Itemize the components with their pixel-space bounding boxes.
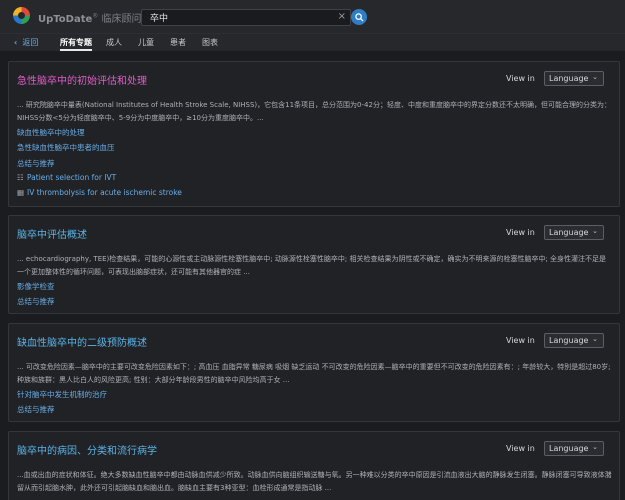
language-select[interactable]: Language ⌄ [544, 225, 604, 240]
chevron-left-icon: ‹ [14, 38, 18, 47]
result-card: 急性脑卒中的初始评估和处理 View in Language ⌄ ... 研究院脑… [8, 61, 620, 207]
tab-all-topics[interactable]: 所有专题 [60, 37, 92, 51]
uptodate-logo[interactable] [13, 7, 30, 24]
result-link[interactable]: 总结与推荐 [17, 404, 55, 415]
result-card: 脑卒中的病因、分类和流行病学 View in Language ⌄ ...血或出血… [8, 431, 620, 500]
search-box: × [141, 9, 351, 26]
result-link[interactable]: 急性缺血性脑卒中患者的血压 [17, 142, 115, 153]
view-in-label: View in [506, 336, 535, 345]
tab-patient[interactable]: 患者 [170, 37, 186, 48]
tab-adult[interactable]: 成人 [106, 37, 122, 48]
search-input[interactable] [150, 11, 335, 24]
result-link[interactable]: 针对脑卒中发生机制的治疗 [17, 389, 107, 400]
language-value: Language [549, 444, 589, 453]
result-card: 脑卒中评估概述 View in Language ⌄ ... echocardio… [8, 215, 620, 314]
back-button[interactable]: ‹ 返回 [14, 37, 38, 48]
brand-subtitle: 临床顾问 [101, 14, 142, 25]
language-value: Language [549, 228, 589, 237]
language-select[interactable]: Language ⌄ [544, 71, 604, 86]
search-button[interactable] [351, 9, 367, 25]
result-link-graphic[interactable]: ▦ IV thrombolysis for acute ischemic stro… [17, 188, 182, 197]
brand-registered-mark: ® [92, 12, 99, 20]
back-label: 返回 [22, 38, 39, 47]
language-select[interactable]: Language ⌄ [544, 441, 604, 456]
language-select[interactable]: Language ⌄ [544, 333, 604, 348]
chevron-down-icon: ⌄ [592, 335, 598, 343]
view-in-label: View in [506, 444, 535, 453]
result-title[interactable]: 脑卒中评估概述 [17, 226, 87, 241]
flowchart-icon: ☷ [17, 173, 24, 182]
clear-search-icon[interactable]: × [338, 11, 346, 22]
result-link[interactable]: 总结与推荐 [17, 296, 55, 307]
result-title[interactable]: 缺血性脑卒中的二级预防概述 [17, 334, 147, 349]
result-link[interactable]: 总结与推荐 [17, 158, 55, 169]
result-snippet: ... 研究院脑卒中量表(National Institutes of Heal… [17, 101, 611, 122]
language-value: Language [549, 336, 589, 345]
tab-graphics[interactable]: 图表 [202, 37, 218, 48]
app-header: UpToDate® 临床顾问 × [0, 0, 625, 33]
result-snippet: ...血或出血的症状和体征。绝大多数缺血性脑卒中都由动脉血供减少所致。动脉血供向… [17, 471, 612, 492]
link-label: Patient selection for IVT [27, 173, 117, 182]
result-link-graphic[interactable]: ☷ Patient selection for IVT [17, 173, 116, 182]
result-title[interactable]: 急性脑卒中的初始评估和处理 [17, 72, 147, 87]
view-in-label: View in [506, 228, 535, 237]
link-label: IV thrombolysis for acute ischemic strok… [27, 188, 182, 197]
result-snippet: ... 可改变危险因素—脑卒中的主要可改变危险因素如下：; 高血压 血脂异常 糖… [17, 363, 611, 384]
result-snippet: ... echocardiography, TEE)检查结果，可能的心源性或主动… [17, 255, 607, 276]
view-in-label: View in [506, 74, 535, 83]
chevron-down-icon: ⌄ [592, 73, 598, 81]
result-link[interactable]: 影像学检查 [17, 281, 55, 292]
language-value: Language [549, 74, 589, 83]
chevron-down-icon: ⌄ [592, 443, 598, 451]
search-icon [354, 12, 364, 22]
result-link[interactable]: 缺血性脑卒中的处理 [17, 127, 85, 138]
table-icon: ▦ [17, 188, 25, 197]
brand-title: UpToDate® 临床顾问 [38, 10, 141, 25]
brand-name: UpToDate [38, 14, 93, 25]
filter-tabs: ‹ 返回 所有专题 成人 儿童 患者 图表 [0, 33, 625, 51]
chevron-down-icon: ⌄ [592, 227, 598, 235]
result-card: 缺血性脑卒中的二级预防概述 View in Language ⌄ ... 可改变危… [8, 323, 620, 422]
tab-pediatric[interactable]: 儿童 [138, 37, 154, 48]
result-title[interactable]: 脑卒中的病因、分类和流行病学 [17, 442, 157, 457]
